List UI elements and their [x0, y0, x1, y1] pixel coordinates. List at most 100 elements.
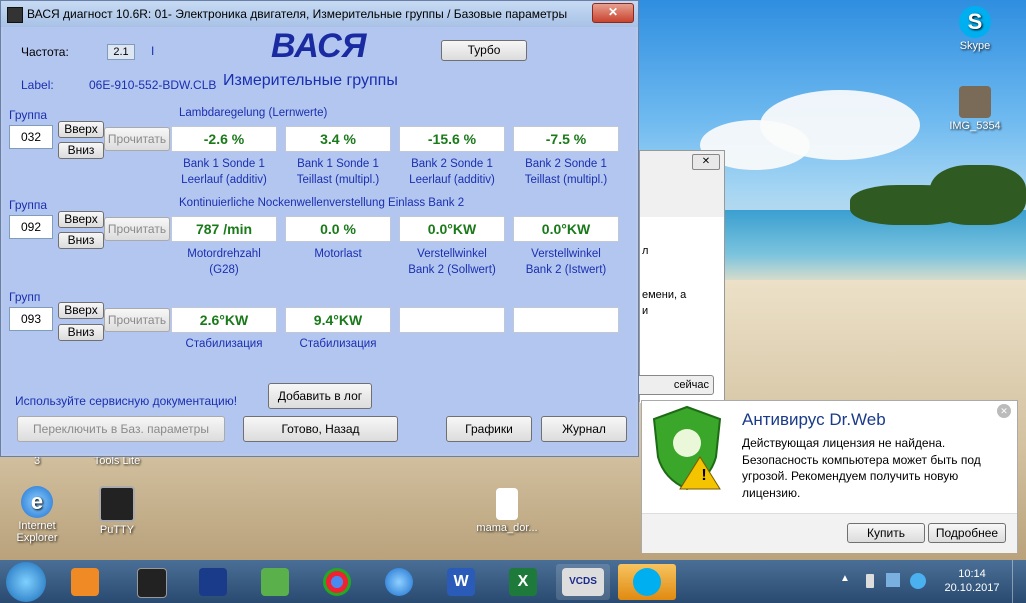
start-button[interactable] [6, 562, 46, 602]
group-down-button[interactable]: Вниз [58, 324, 104, 341]
background-window-text: л [642, 245, 649, 257]
title-bar[interactable]: ВАСЯ диагност 10.6R: 01- Электроника дви… [1, 1, 638, 27]
desktop-icon-label: IMG_5354 [949, 120, 1001, 132]
desktop-icon-skype[interactable]: S Skype [940, 6, 1010, 52]
group-up-button[interactable]: Вверх [58, 302, 104, 319]
clock[interactable]: 10:14 20.10.2017 [942, 567, 1002, 595]
group-read-button[interactable]: Прочитать [104, 127, 170, 151]
service-doc-text: Используйте сервисную документацию! [15, 394, 238, 408]
taskbar-internet-explorer[interactable] [372, 564, 426, 600]
caption-line: Verstellwinkel [417, 248, 487, 260]
taskbar-file-manager[interactable] [186, 564, 240, 600]
group-label: Групп [9, 290, 41, 304]
desktop-icon-label: Internet Explorer [16, 520, 58, 544]
measurement-caption: Bank 1 Sonde 1 Teillast (multipl.) [273, 156, 403, 188]
sync-icon[interactable] [910, 573, 926, 589]
skype-icon [633, 568, 661, 596]
taskbar-terminal[interactable] [124, 564, 178, 600]
background-window-button[interactable]: сейчас [636, 375, 714, 395]
switch-basic-settings-button[interactable]: Переключить в Баз. параметры [17, 416, 225, 442]
group-read-button[interactable]: Прочитать [104, 217, 170, 241]
taskbar-chrome[interactable] [310, 564, 364, 600]
caption-line: Стабилизация [299, 338, 377, 350]
section-title: Измерительные группы [223, 72, 398, 89]
group-label: Группа [9, 108, 48, 122]
caption-line: Bank 2 (Sollwert) [408, 264, 496, 276]
taskbar-skype[interactable] [618, 564, 676, 600]
measurement-value: -7.5 % [513, 126, 619, 152]
caption-line: (G28) [209, 264, 239, 276]
close-button[interactable]: ✕ [592, 3, 634, 23]
caption-line: Стабилизация [185, 338, 263, 350]
taskbar-excel[interactable]: X [496, 564, 550, 600]
taskbar-network[interactable] [248, 564, 302, 600]
chrome-icon [323, 568, 351, 596]
desktop-icon-internet-explorer[interactable]: e Internet Explorer [2, 486, 72, 544]
show-desktop-button[interactable] [1012, 560, 1026, 603]
terminal-icon [137, 568, 167, 598]
group-number-input[interactable]: 093 [9, 307, 53, 331]
desktop: S Skype IMG_5354 e Internet Explorer PuT… [0, 0, 1026, 603]
close-icon[interactable]: ✕ [997, 404, 1011, 418]
measurement-value: 787 /min [171, 216, 277, 242]
taskbar-media-player[interactable] [58, 564, 112, 600]
skype-icon: S [959, 6, 991, 38]
battery-icon[interactable] [866, 574, 874, 588]
background-window-content: л емени, а и сейчас [636, 217, 724, 403]
putty-icon [99, 486, 135, 522]
measurement-value: -2.6 % [171, 126, 277, 152]
more-button[interactable]: Подробнее [928, 523, 1006, 543]
desktop-icon-putty[interactable]: PuTTY [82, 486, 152, 536]
group-up-button[interactable]: Вверх [58, 211, 104, 228]
clock-date: 20.10.2017 [944, 582, 1000, 594]
measurement-caption: Motorlast [273, 246, 403, 262]
group-up-button[interactable]: Вверх [58, 121, 104, 138]
desktop-icon-mp3[interactable]: mama_dor... [472, 488, 542, 534]
measurement-value: 3.4 % [285, 126, 391, 152]
buy-button[interactable]: Купить [847, 523, 925, 543]
file-manager-icon [199, 568, 227, 596]
group-down-button[interactable]: Вниз [58, 232, 104, 249]
frequency-value: 2.1 [107, 44, 135, 60]
measurement-caption: Motordrehzahl (G28) [159, 246, 289, 278]
caption-line: Bank 2 (Istwert) [525, 264, 607, 276]
clock-time: 10:14 [958, 568, 986, 580]
measurement-caption: Bank 2 Sonde 1 Leerlauf (additiv) [387, 156, 517, 188]
journal-button[interactable]: Журнал [541, 416, 627, 442]
taskbar: W X VCDS ▲ 10:14 20.10.2017 [0, 560, 1026, 603]
tray-arrow-icon[interactable]: ▲ [840, 573, 850, 584]
measurement-caption: Verstellwinkel Bank 2 (Istwert) [501, 246, 631, 278]
desktop-icon-image[interactable]: IMG_5354 [940, 86, 1010, 132]
group-title: Lambdaregelung (Lernwerte) [179, 107, 328, 119]
caption-line: Bank 2 Sonde 1 [525, 158, 607, 170]
group-down-button[interactable]: Вниз [58, 142, 104, 159]
desktop-icon-label: mama_dor... [476, 522, 538, 534]
measurement-caption: Bank 2 Sonde 1 Teillast (multipl.) [501, 156, 631, 188]
caption-line: Motorlast [314, 248, 362, 260]
taskbar-vcds[interactable]: VCDS [556, 564, 610, 600]
graphs-button[interactable]: Графики [446, 416, 532, 442]
group-number-input[interactable]: 032 [9, 125, 53, 149]
excel-icon: X [509, 568, 537, 596]
add-log-button[interactable]: Добавить в лог [268, 383, 372, 409]
internet-explorer-icon [385, 568, 413, 596]
turbo-button[interactable]: Турбо [441, 40, 527, 61]
media-player-icon [71, 568, 99, 596]
measurement-value: 0.0°KW [513, 216, 619, 242]
taskbar-word[interactable]: W [434, 564, 488, 600]
drweb-title: Антивирус Dr.Web [742, 410, 886, 429]
caption-line: Bank 1 Sonde 1 [183, 158, 265, 170]
vasya-window: ВАСЯ диагност 10.6R: 01- Электроника дви… [0, 0, 639, 457]
network-status-icon[interactable] [886, 573, 900, 587]
close-icon[interactable]: ✕ [692, 154, 720, 170]
caption-line: Bank 1 Sonde 1 [297, 158, 379, 170]
group-number-input[interactable]: 092 [9, 215, 53, 239]
caption-line: Motordrehzahl [187, 248, 261, 260]
group-title: Kontinuierliche Nockenwellenverstellung … [179, 197, 465, 209]
caption-line: Leerlauf (additiv) [409, 174, 495, 186]
group-read-button[interactable]: Прочитать [104, 308, 170, 332]
app-icon [7, 7, 23, 23]
measurement-caption: Стабилизация [159, 336, 289, 352]
background-window[interactable]: ✕ л емени, а и сейчас [636, 150, 725, 403]
done-back-button[interactable]: Готово, Назад [243, 416, 398, 442]
